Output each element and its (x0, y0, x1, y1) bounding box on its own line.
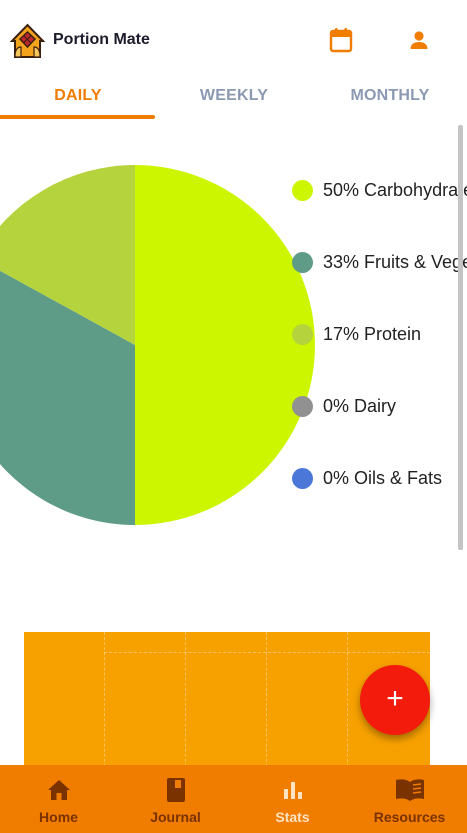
nav-stats-label: Stats (275, 809, 310, 825)
nav-journal[interactable]: Journal (117, 765, 234, 833)
nav-journal-label: Journal (150, 809, 201, 825)
legend-dot-carbohydrates (292, 179, 313, 201)
nav-resources[interactable]: Resources (351, 765, 467, 833)
grid-line (266, 632, 267, 772)
nav-resources-label: Resources (373, 809, 446, 825)
legend-label: 0% Dairy (323, 395, 397, 416)
active-tab-indicator (0, 115, 155, 119)
account-icon (410, 31, 428, 49)
tab-daily[interactable]: DAILY (0, 80, 156, 120)
legend-label: 33% Fruits & Vegetables (323, 251, 467, 272)
legend-label: 0% Oils & Fats (323, 467, 443, 488)
pie-slice-carbohydrates (135, 165, 315, 525)
period-tabs: DAILY WEEKLY MONTHLY (0, 80, 467, 120)
grid-line (185, 632, 186, 772)
legend-item-fruits-vegetables: 33% Fruits & Vegetables (290, 242, 467, 282)
tab-weekly[interactable]: WEEKLY (156, 80, 312, 120)
nav-stats[interactable]: Stats (234, 765, 351, 833)
legend-label: 17% Protein (323, 323, 422, 344)
legend-dot-fruits-vegetables (292, 251, 313, 273)
account-button[interactable] (406, 26, 432, 54)
grid-line (104, 652, 430, 653)
legend-dot-dairy (292, 395, 313, 417)
book-icon (166, 778, 185, 802)
tab-monthly[interactable]: MONTHLY (312, 80, 467, 120)
open-book-icon (395, 779, 424, 801)
legend-item-dairy: 0% Dairy (290, 386, 467, 426)
legend-item-protein: 17% Protein (290, 314, 467, 354)
legend-item-carbohydrates: 50% Carbohydrates (290, 170, 467, 210)
vertical-scrollbar[interactable] (458, 125, 463, 550)
nav-home-label: Home (39, 809, 78, 825)
calendar-button[interactable] (328, 26, 354, 54)
grid-line (104, 632, 105, 772)
home-icon (47, 780, 70, 800)
plus-icon: + (386, 681, 404, 715)
nav-home[interactable]: Home (0, 765, 117, 833)
legend-item-oils-fats: 0% Oils & Fats (290, 458, 467, 498)
add-entry-button[interactable]: + (360, 665, 430, 735)
app-logo-icon (9, 23, 46, 58)
bottom-navigation: Home Journal Stats Resources (0, 765, 467, 833)
calendar-icon (329, 28, 353, 53)
app-title: Portion Mate (53, 31, 150, 48)
legend-label: 50% Carbohydrates (323, 179, 467, 200)
legend-dot-oils-fats (292, 467, 313, 489)
app-header: Portion Mate (0, 0, 467, 80)
legend-dot-protein (292, 323, 313, 345)
grid-line (347, 632, 348, 772)
bar-chart-icon (283, 782, 302, 799)
